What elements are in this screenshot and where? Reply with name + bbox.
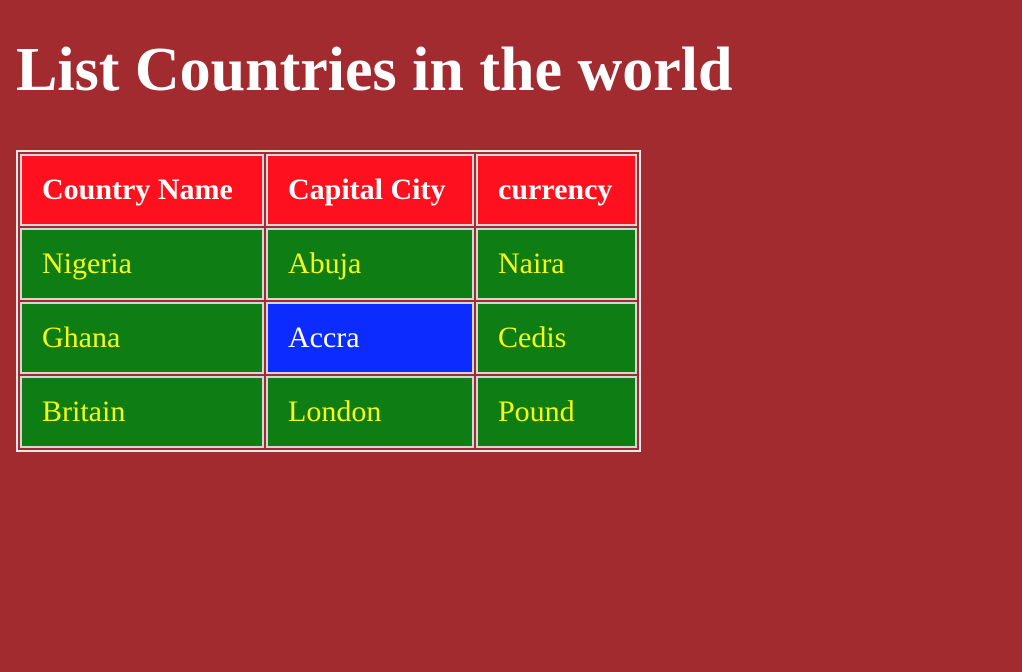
page-title: List Countries in the world (16, 36, 733, 104)
countries-table: Country Name Capital City currency Niger… (16, 150, 641, 452)
table-row: Nigeria Abuja Naira (20, 228, 637, 300)
cell-country: Nigeria (20, 228, 264, 300)
table-header-row: Country Name Capital City currency (20, 154, 637, 226)
cell-currency: Cedis (476, 302, 637, 374)
cell-country: Britain (20, 376, 264, 448)
cell-country: Ghana (20, 302, 264, 374)
cell-currency: Pound (476, 376, 637, 448)
table-row: Ghana Accra Cedis (20, 302, 637, 374)
page: List Countries in the world Country Name… (0, 0, 1022, 672)
header-currency: currency (476, 154, 637, 226)
cell-currency: Naira (476, 228, 637, 300)
header-capital-city: Capital City (266, 154, 474, 226)
table-row: Britain London Pound (20, 376, 637, 448)
cell-capital: London (266, 376, 474, 448)
cell-capital: Abuja (266, 228, 474, 300)
cell-capital-highlighted: Accra (266, 302, 474, 374)
header-country-name: Country Name (20, 154, 264, 226)
